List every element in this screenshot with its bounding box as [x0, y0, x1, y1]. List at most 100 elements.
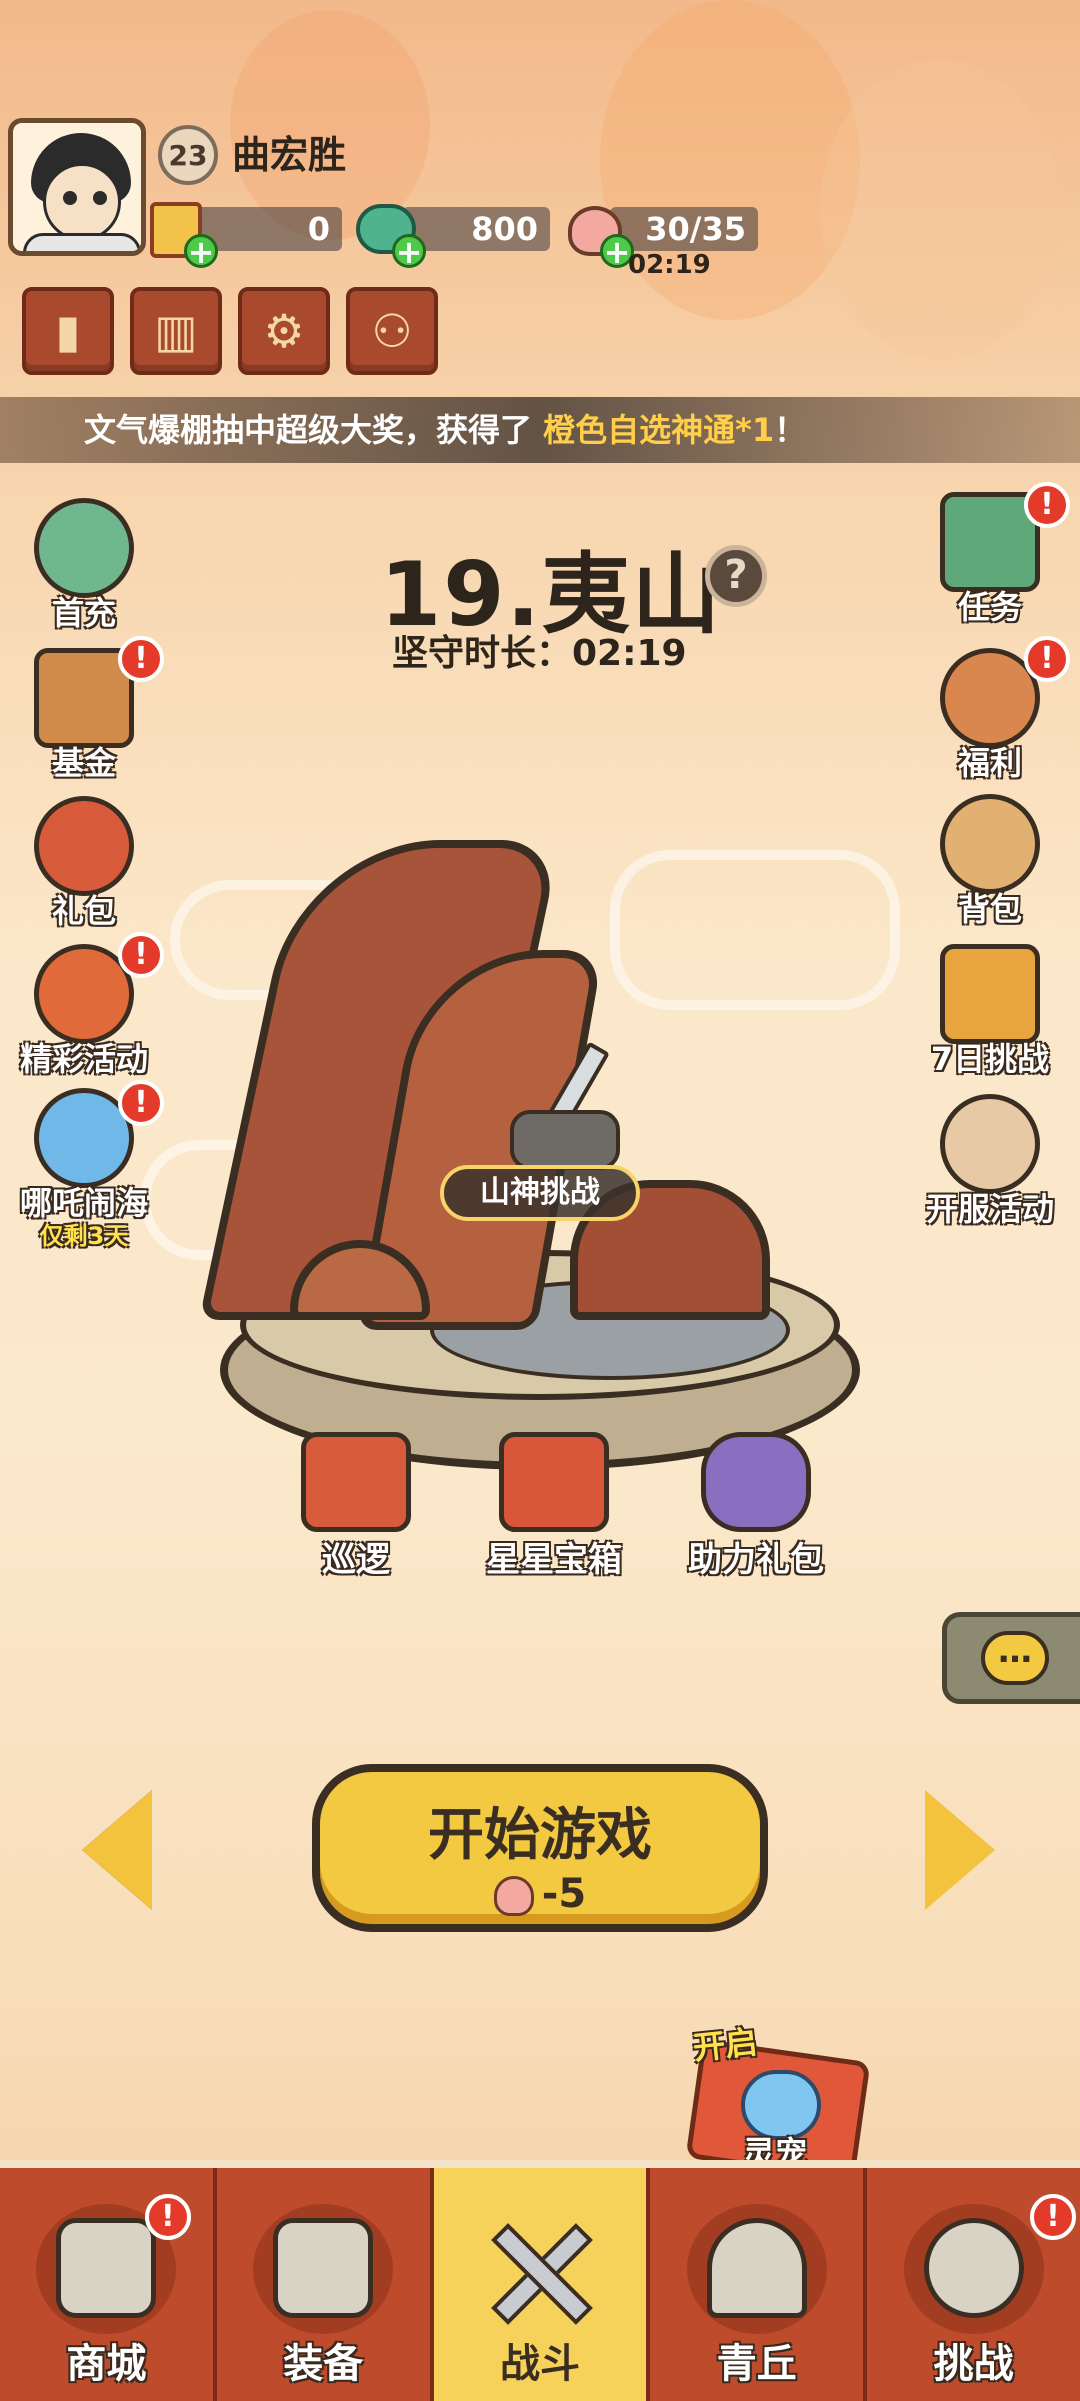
sword-in-stone-icon[interactable] — [510, 1040, 630, 1170]
previous-stage-arrow[interactable] — [82, 1790, 152, 1910]
challenge-disc-shape — [923, 2218, 1024, 2318]
guard-time: 坚守时长：02:19 — [392, 633, 687, 674]
stamina-add-button[interactable]: + — [562, 196, 634, 268]
tab-challenge-label: 挑战 — [933, 2341, 1014, 2387]
backpack-icon — [940, 794, 1040, 894]
welfare-label: 福利 — [957, 744, 1022, 782]
shop-building-shape — [56, 2218, 157, 2318]
flag-icon — [301, 1432, 411, 1532]
server-launch-event-button[interactable]: 开服活动 — [920, 1094, 1060, 1234]
mountain-god-challenge-label[interactable]: 山神挑战 — [440, 1165, 640, 1221]
patrol-button[interactable]: 巡逻 — [276, 1432, 436, 1581]
avatar-eye — [63, 191, 77, 205]
events-label: 精彩活动 — [19, 1040, 148, 1078]
challenge-disc-icon — [903, 2204, 1044, 2334]
assist-gift-button[interactable]: 助力礼包 — [676, 1432, 836, 1581]
assist-gift-label: 助力礼包 — [688, 1540, 824, 1580]
mountain-icon — [686, 2204, 827, 2334]
settings-button[interactable]: ⚙ — [238, 287, 330, 375]
plus-icon: + — [184, 234, 218, 268]
server-launch-event-label: 开服活动 — [925, 1190, 1054, 1228]
mountain-shape — [706, 2218, 807, 2318]
ticket-icon: ▮ — [55, 304, 81, 358]
gift-bag-icon — [34, 796, 134, 896]
gift-pack-button[interactable]: 礼包 — [14, 796, 154, 936]
armor-shape — [273, 2218, 374, 2318]
ranking-icon: ▥ — [154, 304, 198, 358]
purple-bag-icon — [701, 1432, 811, 1532]
backpack-button[interactable]: 背包 — [920, 794, 1060, 934]
patrol-label: 巡逻 — [322, 1540, 390, 1580]
notification-badge: ! — [118, 932, 164, 978]
tab-qingqiu[interactable]: 青丘 — [650, 2168, 868, 2401]
first-recharge-label: 首充 — [51, 594, 116, 632]
help-icon[interactable]: ? — [705, 545, 767, 607]
tab-qingqiu-label: 青丘 — [716, 2341, 797, 2387]
avatar-eye — [93, 191, 107, 205]
stamina-cost-value: -5 — [541, 1871, 587, 1917]
fund-button[interactable]: 基金 ! — [14, 636, 164, 788]
notification-badge: ! — [118, 1080, 164, 1126]
friends-icon: ⚇ — [371, 304, 413, 358]
start-game-button[interactable]: 开始游戏 -5 — [312, 1764, 768, 1932]
tab-equipment[interactable]: 装备 — [217, 2168, 434, 2401]
player-level-badge: 23 — [158, 125, 218, 185]
ranking-button[interactable]: ▥ — [130, 287, 222, 375]
gift-pack-label: 礼包 — [51, 892, 116, 930]
chat-button[interactable]: … — [942, 1612, 1080, 1704]
notification-badge: ! — [1029, 2194, 1076, 2240]
tasks-button[interactable]: 任务 ! — [920, 482, 1070, 632]
notification-badge: ! — [144, 2194, 191, 2240]
tab-battle[interactable]: 战斗 — [433, 2168, 651, 2401]
stone-base — [510, 1110, 620, 1170]
welfare-button[interactable]: 福利 ! — [920, 636, 1070, 788]
backpack-label: 背包 — [957, 890, 1022, 928]
tasks-label: 任务 — [957, 588, 1022, 626]
avatar-face — [43, 163, 121, 241]
crossed-swords-icon — [470, 2204, 610, 2334]
first-recharge-button[interactable]: 首充 — [14, 498, 154, 638]
star-chest-button[interactable]: 星星宝箱 — [474, 1432, 634, 1581]
treasure-chest-icon — [34, 498, 134, 598]
next-stage-arrow[interactable] — [925, 1790, 995, 1910]
tab-challenge[interactable]: 挑战 ! — [867, 2168, 1080, 2401]
stamina-cost: -5 — [320, 1871, 760, 1917]
announcement-marquee: 文气爆棚抽中超级大奖，获得了 橙色自选神通*1！ — [0, 397, 1080, 463]
avatar-body — [23, 233, 141, 251]
fund-label: 基金 — [51, 744, 116, 782]
start-game-label: 开始游戏 — [428, 1803, 652, 1868]
notification-badge: ! — [1024, 482, 1070, 528]
chat-bubble-icon: … — [981, 1631, 1049, 1685]
lantern-decoration — [820, 60, 1060, 360]
friends-button[interactable]: ⚇ — [346, 287, 438, 375]
notification-badge: ! — [118, 636, 164, 682]
pet-unlock-button[interactable]: 开启 灵宠 — [683, 2020, 883, 2182]
nezha-event-button[interactable]: 哪吒闹海 仅剩3天 ! — [14, 1080, 164, 1250]
seven-day-icon — [940, 944, 1040, 1044]
pet-unlock-open-label: 开启 — [691, 2022, 760, 2068]
events-button[interactable]: 精彩活动 ! — [14, 932, 164, 1084]
plus-icon: + — [392, 234, 426, 268]
marquee-highlight: 橙色自选神通*1 — [543, 411, 775, 449]
player-name: 曲宏胜 — [232, 133, 347, 177]
tab-equipment-label: 装备 — [283, 2341, 364, 2387]
armor-icon — [253, 2204, 394, 2334]
seven-day-challenge-button[interactable]: 7日挑战 — [920, 944, 1060, 1084]
gold-add-button[interactable]: + — [146, 196, 218, 268]
marquee-suffix: ！ — [774, 411, 807, 449]
seven-day-challenge-label: 7日挑战 — [930, 1040, 1050, 1078]
peach-icon — [493, 1876, 534, 1916]
player-avatar[interactable] — [8, 118, 146, 256]
nezha-event-countdown: 仅剩3天 — [39, 1222, 129, 1250]
ticket-button[interactable]: ▮ — [22, 287, 114, 375]
star-chest-icon — [499, 1432, 609, 1532]
server-event-icon — [940, 1094, 1040, 1194]
gear-icon: ⚙ — [263, 304, 305, 358]
marquee-text: 文气爆棚抽中超级大奖，获得了 — [84, 411, 544, 449]
tab-battle-label: 战斗 — [499, 2341, 580, 2387]
bottom-navigation: 商城 ! 装备 战斗 青丘 挑战 ! — [0, 2160, 1080, 2401]
jade-add-button[interactable]: + — [354, 196, 426, 268]
stamina-timer: 02:19 — [628, 250, 711, 280]
star-chest-label: 星星宝箱 — [486, 1540, 622, 1580]
tab-shop[interactable]: 商城 ! — [0, 2168, 217, 2401]
